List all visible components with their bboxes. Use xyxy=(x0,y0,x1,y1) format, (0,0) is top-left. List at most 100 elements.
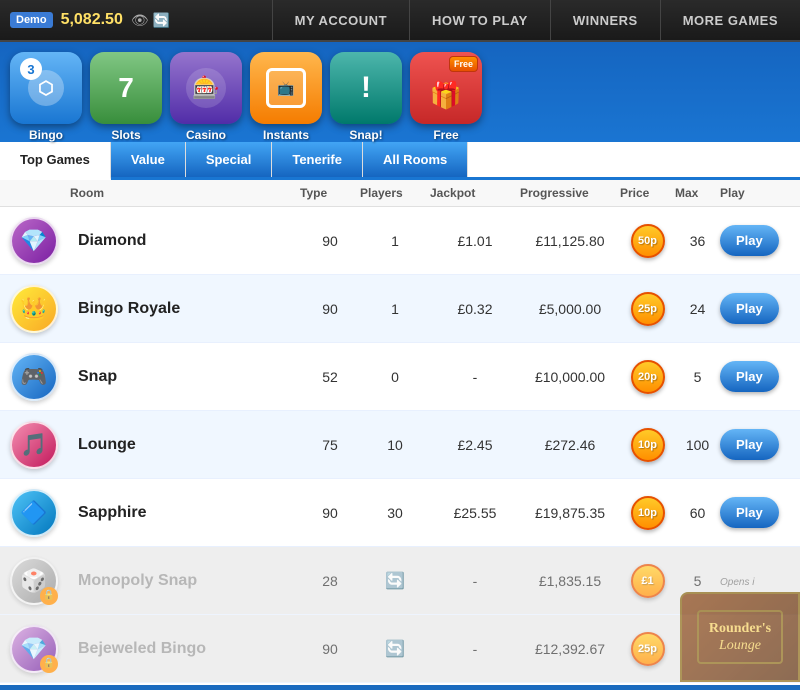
game-progressive-sapphire: £19,875.35 xyxy=(520,505,620,521)
col-play: Play xyxy=(720,186,790,200)
game-type-bejeweled: 90 xyxy=(300,641,360,657)
game-type-diamond: 90 xyxy=(300,233,360,249)
rounders-lounge-badge[interactable]: Rounder's Lounge xyxy=(680,592,800,682)
table-row: 🎮 Snap 52 0 - £10,000.00 20p 5 Play xyxy=(0,343,800,411)
play-button-bingo-royale[interactable]: Play xyxy=(720,293,779,324)
category-slots[interactable]: 7 Slots xyxy=(90,52,162,142)
game-progressive-bejeweled: £12,392.67 xyxy=(520,641,620,657)
game-players-snap: 0 xyxy=(360,369,430,385)
category-casino[interactable]: 🎰 Casino xyxy=(170,52,242,142)
game-progressive-snap: £10,000.00 xyxy=(520,369,620,385)
game-max-snap: 5 xyxy=(675,369,720,385)
game-progressive-lounge: £272.46 xyxy=(520,437,620,453)
game-play-lounge[interactable]: Play xyxy=(720,429,790,460)
price-badge-snap: 20p xyxy=(631,360,665,394)
table-row: 👑 Bingo Royale 90 1 £0.32 £5,000.00 25p … xyxy=(0,275,800,343)
game-progressive-diamond: £11,125.80 xyxy=(520,233,620,249)
rounders-line2: Lounge xyxy=(709,638,771,654)
game-max-monopoly-snap: 5 xyxy=(675,573,720,589)
rounders-line1: Rounder's xyxy=(709,620,771,638)
category-free[interactable]: Free 🎁 Free xyxy=(410,52,482,142)
tab-tenerife[interactable]: Tenerife xyxy=(272,142,363,177)
game-max-sapphire: 60 xyxy=(675,505,720,521)
game-price-lounge: 10p xyxy=(620,428,675,462)
table-row: 💎 🔒 Bejeweled Bingo 90 🔄 - £12,392.67 25… xyxy=(0,615,800,683)
col-type: Type xyxy=(300,186,360,200)
price-badge-sapphire: 10p xyxy=(631,496,665,530)
category-free-label: Free xyxy=(433,128,458,142)
game-max-lounge: 100 xyxy=(675,437,720,453)
game-avatar-bingo-royale: 👑 xyxy=(10,285,58,333)
game-play-sapphire[interactable]: Play xyxy=(720,497,790,528)
game-jackpot-diamond: £1.01 xyxy=(430,233,520,249)
game-avatar-diamond: 💎 xyxy=(10,217,58,265)
game-avatar-bejeweled: 💎 🔒 xyxy=(10,625,58,673)
price-badge-bingo-royale: 25p xyxy=(631,292,665,326)
nav-how-to-play[interactable]: HOW TO PLAY xyxy=(409,0,550,41)
free-badge: Free xyxy=(449,56,478,72)
price-badge-bejeweled: 25p xyxy=(631,632,665,666)
play-button-lounge[interactable]: Play xyxy=(720,429,779,460)
game-max-diamond: 36 xyxy=(675,233,720,249)
game-players-diamond: 1 xyxy=(360,233,430,249)
price-badge-diamond: 50p xyxy=(631,224,665,258)
tab-all-rooms[interactable]: All Rooms xyxy=(363,142,468,177)
balance-amount: 5,082.50 xyxy=(61,11,123,29)
game-name-monopoly-snap: Monopoly Snap xyxy=(70,572,300,590)
game-name-sapphire: Sapphire xyxy=(70,504,300,522)
game-play-snap[interactable]: Play xyxy=(720,361,790,392)
demo-badge: Demo xyxy=(10,12,53,28)
col-players: Players xyxy=(360,186,430,200)
nav-links: MY ACCOUNT HOW TO PLAY WINNERS MORE GAME… xyxy=(180,0,800,41)
table-header: Room Type Players Jackpot Progressive Pr… xyxy=(0,180,800,207)
game-players-lounge: 10 xyxy=(360,437,430,453)
category-bingo-label: Bingo xyxy=(29,128,63,142)
games-table-area: Room Type Players Jackpot Progressive Pr… xyxy=(0,180,800,685)
table-row: 🔷 Sapphire 90 30 £25.55 £19,875.35 10p 6… xyxy=(0,479,800,547)
game-jackpot-bejeweled: - xyxy=(430,641,520,657)
play-button-diamond[interactable]: Play xyxy=(720,225,779,256)
game-progressive-monopoly-snap: £1,835.15 xyxy=(520,573,620,589)
category-instants[interactable]: 📺 Instants xyxy=(250,52,322,142)
eye-icon[interactable]: 👁 xyxy=(131,12,149,29)
category-bingo[interactable]: 3 ⬡ Bingo xyxy=(10,52,82,142)
game-name-snap: Snap xyxy=(70,368,300,386)
game-avatar-monopoly-snap: 🎲 🔒 xyxy=(10,557,58,605)
game-max-bingo-royale: 24 xyxy=(675,301,720,317)
top-navigation: Demo 5,082.50 👁 🔄 MY ACCOUNT HOW TO PLAY… xyxy=(0,0,800,42)
game-opens-monopoly-snap: Opens i xyxy=(720,572,790,590)
play-button-sapphire[interactable]: Play xyxy=(720,497,779,528)
game-avatar-lounge: 🎵 xyxy=(10,421,58,469)
game-jackpot-bingo-royale: £0.32 xyxy=(430,301,520,317)
tab-top-games[interactable]: Top Games xyxy=(0,142,111,180)
nav-my-account[interactable]: MY ACCOUNT xyxy=(272,0,409,41)
game-name-bejeweled: Bejeweled Bingo xyxy=(70,640,300,658)
play-button-snap[interactable]: Play xyxy=(720,361,779,392)
game-name-lounge: Lounge xyxy=(70,436,300,454)
game-type-bingo-royale: 90 xyxy=(300,301,360,317)
col-jackpot: Jackpot xyxy=(430,186,520,200)
nav-winners[interactable]: WINNERS xyxy=(550,0,660,41)
price-badge-lounge: 10p xyxy=(631,428,665,462)
game-price-sapphire: 10p xyxy=(620,496,675,530)
tab-special[interactable]: Special xyxy=(186,142,273,177)
game-type-sapphire: 90 xyxy=(300,505,360,521)
game-players-bingo-royale: 1 xyxy=(360,301,430,317)
game-name-diamond: Diamond xyxy=(70,232,300,250)
refresh-icon[interactable]: 🔄 xyxy=(153,12,170,29)
tab-value[interactable]: Value xyxy=(111,142,186,177)
table-row: 🎵 Lounge 75 10 £2.45 £272.46 10p 100 Pla… xyxy=(0,411,800,479)
game-play-bingo-royale[interactable]: Play xyxy=(720,293,790,324)
game-type-lounge: 75 xyxy=(300,437,360,453)
category-snap[interactable]: ! Snap! xyxy=(330,52,402,142)
game-avatar-sapphire: 🔷 xyxy=(10,489,58,537)
tabs-bar: Top Games Value Special Tenerife All Roo… xyxy=(0,142,800,180)
game-play-diamond[interactable]: Play xyxy=(720,225,790,256)
game-jackpot-lounge: £2.45 xyxy=(430,437,520,453)
nav-icons: 👁 🔄 xyxy=(131,12,170,29)
game-price-bejeweled: 25p xyxy=(620,632,675,666)
category-snap-label: Snap! xyxy=(349,128,382,142)
table-row: 💎 Diamond 90 1 £1.01 £11,125.80 50p 36 P… xyxy=(0,207,800,275)
opens-label-monopoly-snap: Opens i xyxy=(720,577,754,588)
nav-more-games[interactable]: MORE GAMES xyxy=(660,0,800,41)
